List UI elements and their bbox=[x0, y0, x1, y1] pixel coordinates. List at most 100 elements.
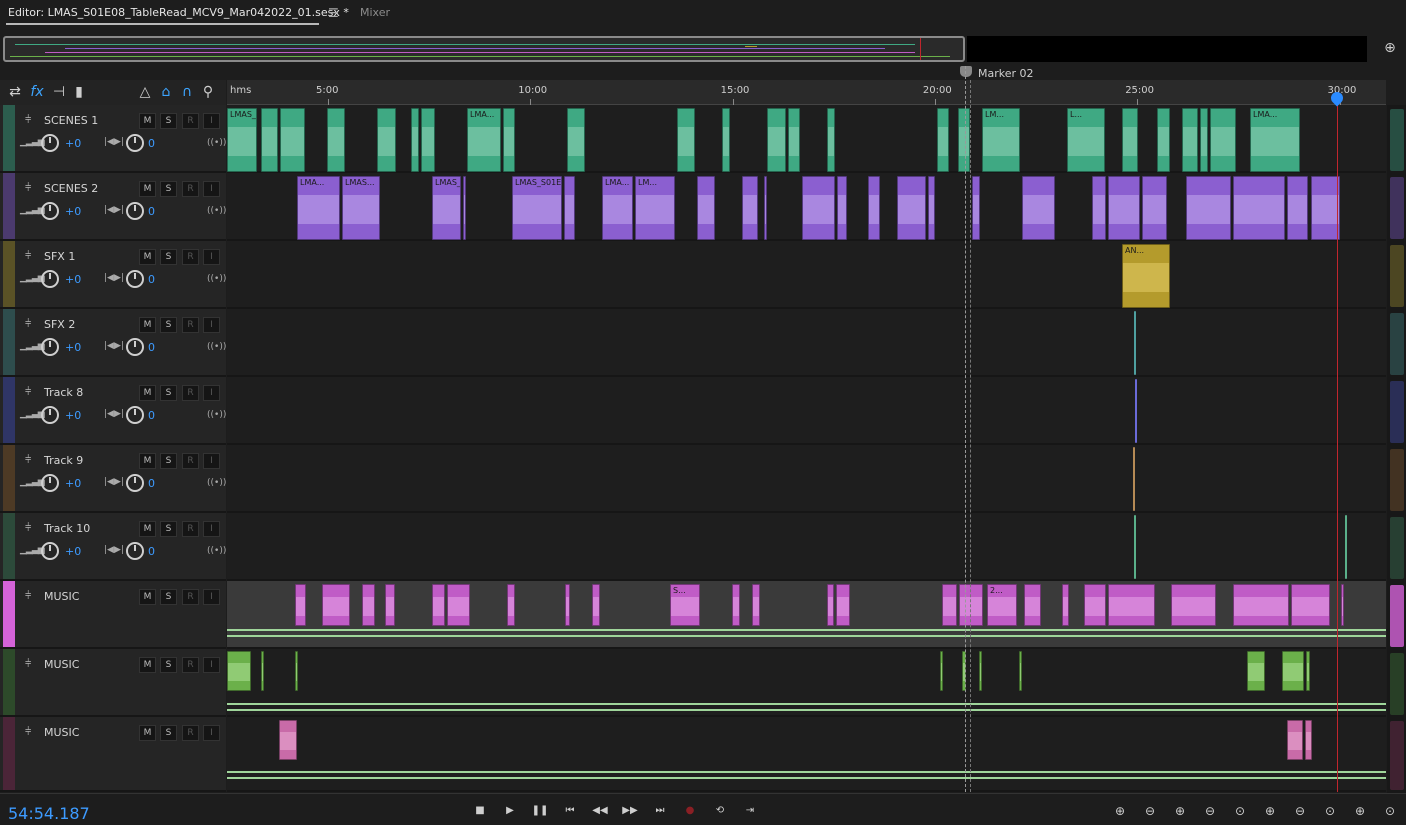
track-header[interactable]: ⫩ MUSIC M S R I bbox=[0, 649, 226, 717]
pan-knob[interactable] bbox=[126, 474, 144, 492]
track-name[interactable]: MUSIC bbox=[44, 590, 79, 603]
audio-clip[interactable] bbox=[503, 108, 515, 172]
volume-envelope-line[interactable] bbox=[227, 771, 1386, 773]
pin-icon[interactable]: ⚲ bbox=[199, 83, 217, 101]
volume-envelope-line[interactable] bbox=[227, 703, 1386, 705]
audio-clip[interactable] bbox=[567, 108, 585, 172]
mute-button[interactable]: M bbox=[139, 589, 156, 605]
track-lane[interactable] bbox=[227, 717, 1386, 792]
track-lane[interactable] bbox=[227, 649, 1386, 717]
mute-button[interactable]: M bbox=[139, 725, 156, 741]
audio-clip[interactable] bbox=[564, 176, 575, 240]
audio-clip[interactable] bbox=[1024, 584, 1041, 626]
audio-clip[interactable] bbox=[1134, 311, 1136, 375]
marker-label[interactable]: Marker 02 bbox=[978, 67, 1034, 80]
record-button[interactable]: R bbox=[182, 453, 199, 469]
volume-value[interactable]: +0 bbox=[65, 137, 81, 150]
effects-rack-icon[interactable]: fx bbox=[28, 83, 46, 101]
audio-clip[interactable] bbox=[937, 108, 949, 172]
audio-clip[interactable] bbox=[979, 651, 982, 691]
track-lane[interactable] bbox=[227, 377, 1386, 445]
magnet-icon[interactable]: ∩ bbox=[178, 83, 196, 101]
audio-clip[interactable] bbox=[432, 584, 445, 626]
volume-envelope-line[interactable] bbox=[227, 709, 1386, 711]
hamburger-icon[interactable]: ☰ bbox=[328, 6, 339, 20]
zoom-tracks-icon[interactable]: ⊕ bbox=[1350, 802, 1370, 820]
track-name[interactable]: Track 8 bbox=[44, 386, 83, 399]
mute-button[interactable]: M bbox=[139, 317, 156, 333]
mute-button[interactable]: M bbox=[139, 657, 156, 673]
audio-clip[interactable] bbox=[1182, 108, 1198, 172]
audio-clip[interactable] bbox=[1135, 379, 1137, 443]
audio-clip[interactable] bbox=[280, 108, 305, 172]
audio-clip[interactable] bbox=[1108, 176, 1140, 240]
zoom-out-amplitude-icon[interactable]: ⊖ bbox=[1140, 802, 1160, 820]
track-header[interactable]: ⫩ Track 10 M S R I ▁▂▃▅ +0 |◀▶| 0 ((•)) bbox=[0, 513, 226, 581]
audio-clip[interactable] bbox=[788, 108, 800, 172]
mute-button[interactable]: M bbox=[139, 113, 156, 129]
audio-clip[interactable] bbox=[942, 584, 957, 626]
audio-clip[interactable] bbox=[1134, 515, 1136, 579]
track-header[interactable]: ⫩ SCENES 1 M S R I ▁▂▃▅ +0 |◀▶| 0 ((•)) bbox=[0, 105, 226, 173]
audio-clip[interactable]: LMAS_S01... bbox=[227, 108, 257, 172]
mute-button[interactable]: M bbox=[139, 249, 156, 265]
audio-clip[interactable]: LMA... bbox=[602, 176, 633, 240]
audio-clip[interactable]: LM... bbox=[635, 176, 675, 240]
audio-clip[interactable] bbox=[959, 584, 983, 626]
audio-clip[interactable] bbox=[377, 108, 396, 172]
audio-clip[interactable]: LMAS_S01E08... bbox=[512, 176, 562, 240]
audio-clip[interactable] bbox=[1142, 176, 1167, 240]
track-lane[interactable] bbox=[227, 241, 1386, 309]
audio-clip[interactable] bbox=[1311, 176, 1340, 240]
track-name[interactable]: Track 10 bbox=[44, 522, 90, 535]
pan-value[interactable]: 0 bbox=[148, 137, 155, 150]
audio-clip[interactable] bbox=[1157, 108, 1170, 172]
swap-inputs-outputs-icon[interactable]: ⇄ bbox=[6, 83, 24, 101]
solo-button[interactable]: S bbox=[160, 317, 177, 333]
volume-knob[interactable] bbox=[41, 542, 59, 560]
zoom-out-time-icon[interactable]: ⊖ bbox=[1200, 802, 1220, 820]
pan-value[interactable]: 0 bbox=[148, 273, 155, 286]
volume-envelope-line[interactable] bbox=[227, 777, 1386, 779]
audio-clip[interactable] bbox=[722, 108, 730, 172]
audio-clip[interactable]: LMA... bbox=[297, 176, 340, 240]
pan-value[interactable]: 0 bbox=[148, 341, 155, 354]
record-button[interactable]: R bbox=[182, 589, 199, 605]
pan-value[interactable]: 0 bbox=[148, 205, 155, 218]
input-button[interactable]: I bbox=[203, 385, 220, 401]
zoom-in-amplitude-icon[interactable]: ⊕ bbox=[1110, 802, 1130, 820]
pan-knob[interactable] bbox=[126, 338, 144, 356]
audio-clip[interactable] bbox=[362, 584, 375, 626]
audio-clip[interactable]: 2... bbox=[987, 584, 1017, 626]
audio-clip[interactable] bbox=[1282, 651, 1304, 691]
track-header[interactable]: ⫩ SFX 2 M S R I ▁▂▃▅ +0 |◀▶| 0 ((•)) bbox=[0, 309, 226, 377]
track-name[interactable]: SFX 2 bbox=[44, 318, 75, 331]
audio-clip[interactable]: LMA... bbox=[467, 108, 501, 172]
audio-clip[interactable] bbox=[261, 108, 278, 172]
audio-clip[interactable] bbox=[1062, 584, 1069, 626]
solo-button[interactable]: S bbox=[160, 249, 177, 265]
input-button[interactable]: I bbox=[203, 589, 220, 605]
zoom-full-icon[interactable]: ⊙ bbox=[1230, 802, 1250, 820]
record-button[interactable]: R bbox=[182, 181, 199, 197]
volume-knob[interactable] bbox=[41, 406, 59, 424]
zoom-in-time-icon[interactable]: ⊕ bbox=[1170, 802, 1190, 820]
audio-clip[interactable] bbox=[928, 176, 935, 240]
metronome-icon[interactable]: △ bbox=[136, 83, 154, 101]
rewind-icon[interactable]: ◀◀ bbox=[591, 802, 609, 820]
audio-clip[interactable] bbox=[463, 176, 466, 240]
pan-value[interactable]: 0 bbox=[148, 409, 155, 422]
eq-bars-icon[interactable]: ▮ bbox=[70, 83, 88, 101]
audio-clip[interactable] bbox=[1019, 651, 1022, 691]
audio-clip[interactable] bbox=[592, 584, 600, 626]
audio-clip[interactable] bbox=[327, 108, 345, 172]
tab-editor[interactable]: Editor: LMAS_S01E08_TableRead_MCV9_Mar04… bbox=[8, 6, 349, 19]
play-icon[interactable]: ▶ bbox=[501, 802, 519, 820]
audio-clip[interactable] bbox=[940, 651, 943, 691]
audio-clip[interactable] bbox=[1084, 584, 1106, 626]
volume-knob[interactable] bbox=[41, 474, 59, 492]
audio-clip[interactable] bbox=[1233, 584, 1289, 626]
volume-value[interactable]: +0 bbox=[65, 477, 81, 490]
record-button[interactable]: R bbox=[182, 657, 199, 673]
audio-clip[interactable]: LMAS_S... bbox=[432, 176, 461, 240]
